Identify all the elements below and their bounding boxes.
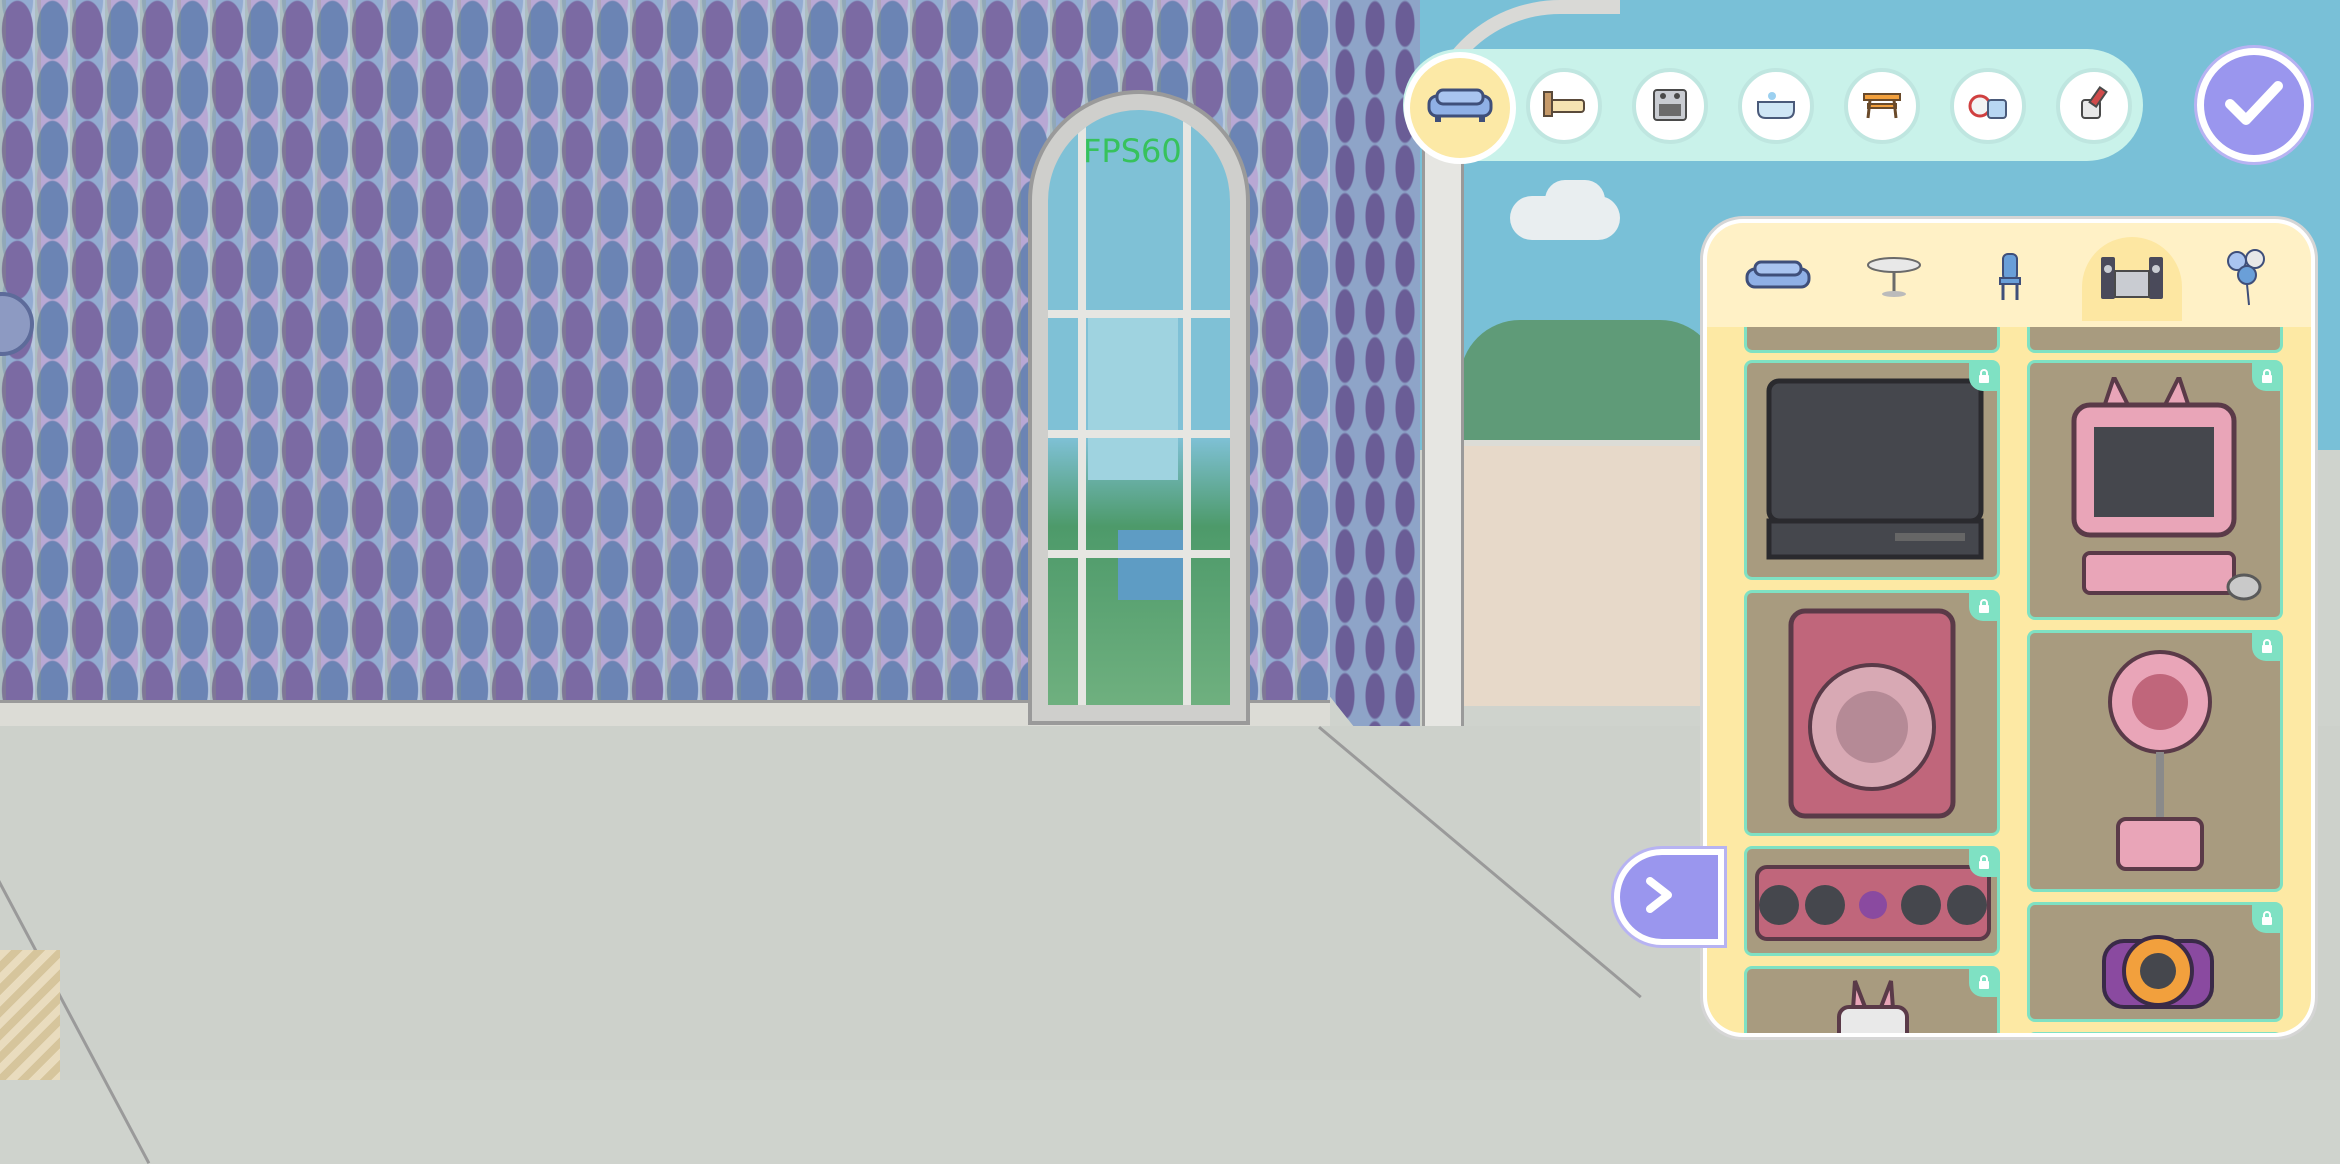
item-flower-camera[interactable] [2027, 902, 2283, 1022]
lock-icon [1969, 361, 1999, 391]
lock-icon [2252, 631, 2282, 661]
tab-tables[interactable] [1844, 237, 1944, 321]
microphone-stand-icon [2100, 647, 2220, 881]
category-kitchen[interactable] [1632, 68, 1708, 144]
lock-icon [1969, 967, 1999, 997]
item-speaker[interactable] [1744, 590, 2000, 836]
item-bunny-computer[interactable] [2027, 360, 2283, 620]
rug-corner [0, 950, 60, 1080]
chair-icon [1995, 252, 2025, 306]
tab-chairs[interactable] [1960, 237, 2060, 321]
round-table-icon [1864, 255, 1924, 303]
window-glass [1048, 110, 1230, 705]
lock-icon [2252, 361, 2282, 391]
arched-window [1028, 90, 1250, 725]
item-microphone-stand[interactable] [2027, 630, 2283, 892]
furniture-panel [1703, 219, 2315, 1037]
building [1088, 310, 1178, 480]
cloud [1545, 180, 1605, 220]
fps-counter: FPS60 [1083, 132, 1182, 170]
chevron-right-icon [1642, 875, 1676, 919]
next-button[interactable] [1614, 849, 1724, 945]
lock-icon [1969, 591, 1999, 621]
category-bathroom[interactable] [1738, 68, 1814, 144]
item-bunny-device[interactable] [1744, 966, 2000, 1033]
subcategory-tabs [1707, 223, 2311, 327]
category-paint[interactable] [2056, 68, 2132, 144]
bunny-computer-icon [2054, 371, 2264, 611]
bed-icon [1540, 88, 1588, 124]
bunny-device-icon [1833, 979, 1913, 1033]
window-mullion [1183, 110, 1191, 705]
paint-bucket-icon [2074, 84, 2114, 128]
sofa-icon [1425, 86, 1495, 130]
category-sofa[interactable] [1404, 52, 1516, 164]
category-bed[interactable] [1526, 68, 1602, 144]
bathtub-icon [1754, 86, 1798, 126]
tab-decorations[interactable] [2198, 237, 2298, 321]
toys-icon [1966, 86, 2010, 126]
confirm-button[interactable] [2197, 48, 2311, 162]
tv-icon [1765, 377, 1985, 571]
balloons-icon [2223, 247, 2273, 311]
item-soundbar[interactable] [1744, 846, 2000, 956]
category-outdoor[interactable] [1844, 68, 1920, 144]
tab-electronics[interactable] [2082, 237, 2182, 321]
checkmark-icon [2224, 78, 2284, 132]
stove-icon [1650, 84, 1690, 128]
tree [1460, 320, 1720, 450]
sofa-icon [1743, 257, 1813, 301]
tab-sofas[interactable] [1728, 237, 1828, 321]
building [1118, 530, 1188, 600]
item-partial[interactable] [2027, 1032, 2283, 1033]
speaker-icon [1787, 607, 1957, 826]
window-mullion [1048, 430, 1230, 438]
soundbar-icon [1753, 863, 1993, 947]
item-partial[interactable] [2027, 327, 2283, 353]
table-bench-icon [1860, 88, 1904, 124]
lock-icon [1969, 847, 1999, 877]
category-toys[interactable] [1950, 68, 2026, 144]
item-tv[interactable] [1744, 360, 2000, 580]
window-mullion [1078, 110, 1086, 705]
flower-camera-icon [2098, 915, 2218, 1019]
window-mullion [1048, 550, 1230, 558]
window-mullion [1048, 310, 1230, 318]
item-grid [1707, 327, 2311, 1033]
lock-icon [2252, 903, 2282, 933]
stereo-icon [2099, 251, 2165, 307]
item-partial[interactable] [1744, 327, 2000, 353]
